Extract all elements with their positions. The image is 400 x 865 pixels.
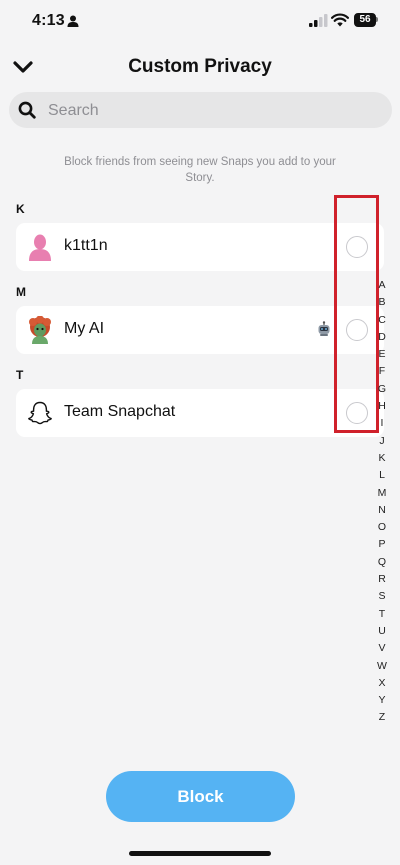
snapchat-ghost-icon — [28, 401, 52, 425]
alphabet-index-letter[interactable]: Q — [374, 554, 390, 571]
alphabet-index-letter[interactable]: U — [374, 623, 390, 640]
my-ai-avatar — [29, 316, 51, 344]
bitmoji-silhouette-icon — [29, 234, 51, 261]
alphabet-index-letter[interactable]: G — [374, 381, 390, 398]
alphabet-index-letter[interactable]: K — [374, 450, 390, 467]
alphabet-index-letter[interactable]: R — [374, 571, 390, 588]
alphabet-index-letter[interactable]: M — [374, 485, 390, 502]
alphabet-index-letter[interactable]: N — [374, 502, 390, 519]
search-bar[interactable] — [9, 92, 392, 130]
alphabet-index-letter[interactable]: D — [374, 329, 390, 346]
search-icon — [18, 101, 36, 119]
wifi-icon — [331, 13, 349, 27]
select-radio[interactable] — [346, 236, 368, 258]
alphabet-index-letter[interactable]: Z — [374, 709, 390, 726]
select-radio[interactable] — [346, 402, 368, 424]
alphabet-index-letter[interactable]: P — [374, 536, 390, 553]
contact-name: My AI — [64, 320, 105, 337]
status-bar: 4:13 56 — [0, 0, 400, 44]
person-icon — [67, 15, 79, 27]
alphabet-index-letter[interactable]: L — [374, 467, 390, 484]
instructions-text: Block friends from seeing new Snaps you … — [64, 156, 336, 184]
battery-level: 56 — [359, 14, 371, 25]
alphabet-index-letter[interactable]: W — [374, 658, 390, 675]
alphabet-index-letter[interactable]: H — [374, 398, 390, 415]
alphabet-index-letter[interactable]: X — [374, 675, 390, 692]
alphabet-index[interactable]: ABCDEFGHIJKLMNOPQRSTUVWXYZ — [374, 277, 390, 727]
alphabet-index-letter[interactable]: T — [374, 606, 390, 623]
alphabet-index-letter[interactable]: E — [374, 346, 390, 363]
contact-row-team-snapchat[interactable]: Team Snapchat — [16, 389, 384, 437]
alphabet-index-letter[interactable]: V — [374, 640, 390, 657]
alphabet-index-letter[interactable]: F — [374, 363, 390, 380]
select-radio[interactable] — [346, 319, 368, 341]
contact-row-my-ai[interactable]: My AI — [16, 306, 384, 354]
status-time: 4:13 — [32, 12, 65, 29]
contact-name: Team Snapchat — [64, 403, 176, 420]
alphabet-index-letter[interactable]: A — [374, 277, 390, 294]
battery-cap — [376, 17, 378, 22]
contact-name: k1tt1n — [64, 237, 108, 254]
section-header-t: T — [16, 368, 24, 382]
header: Custom Privacy — [0, 48, 400, 88]
search-input[interactable] — [46, 92, 380, 130]
page-title: Custom Privacy — [128, 56, 272, 77]
block-button[interactable]: Block — [106, 771, 295, 822]
alphabet-index-letter[interactable]: C — [374, 312, 390, 329]
robot-icon — [318, 321, 330, 336]
alphabet-index-letter[interactable]: O — [374, 519, 390, 536]
alphabet-index-letter[interactable]: J — [374, 433, 390, 450]
section-header-k: K — [16, 202, 25, 216]
alphabet-index-letter[interactable]: S — [374, 588, 390, 605]
battery-indicator: 56 — [354, 13, 378, 27]
alphabet-index-letter[interactable]: B — [374, 294, 390, 311]
section-header-m: M — [16, 285, 26, 299]
alphabet-index-letter[interactable]: Y — [374, 692, 390, 709]
cellular-signal-icon — [309, 14, 328, 27]
contact-row-k1tt1n[interactable]: k1tt1n — [16, 223, 384, 271]
home-indicator — [129, 851, 271, 856]
alphabet-index-letter[interactable]: I — [374, 415, 390, 432]
